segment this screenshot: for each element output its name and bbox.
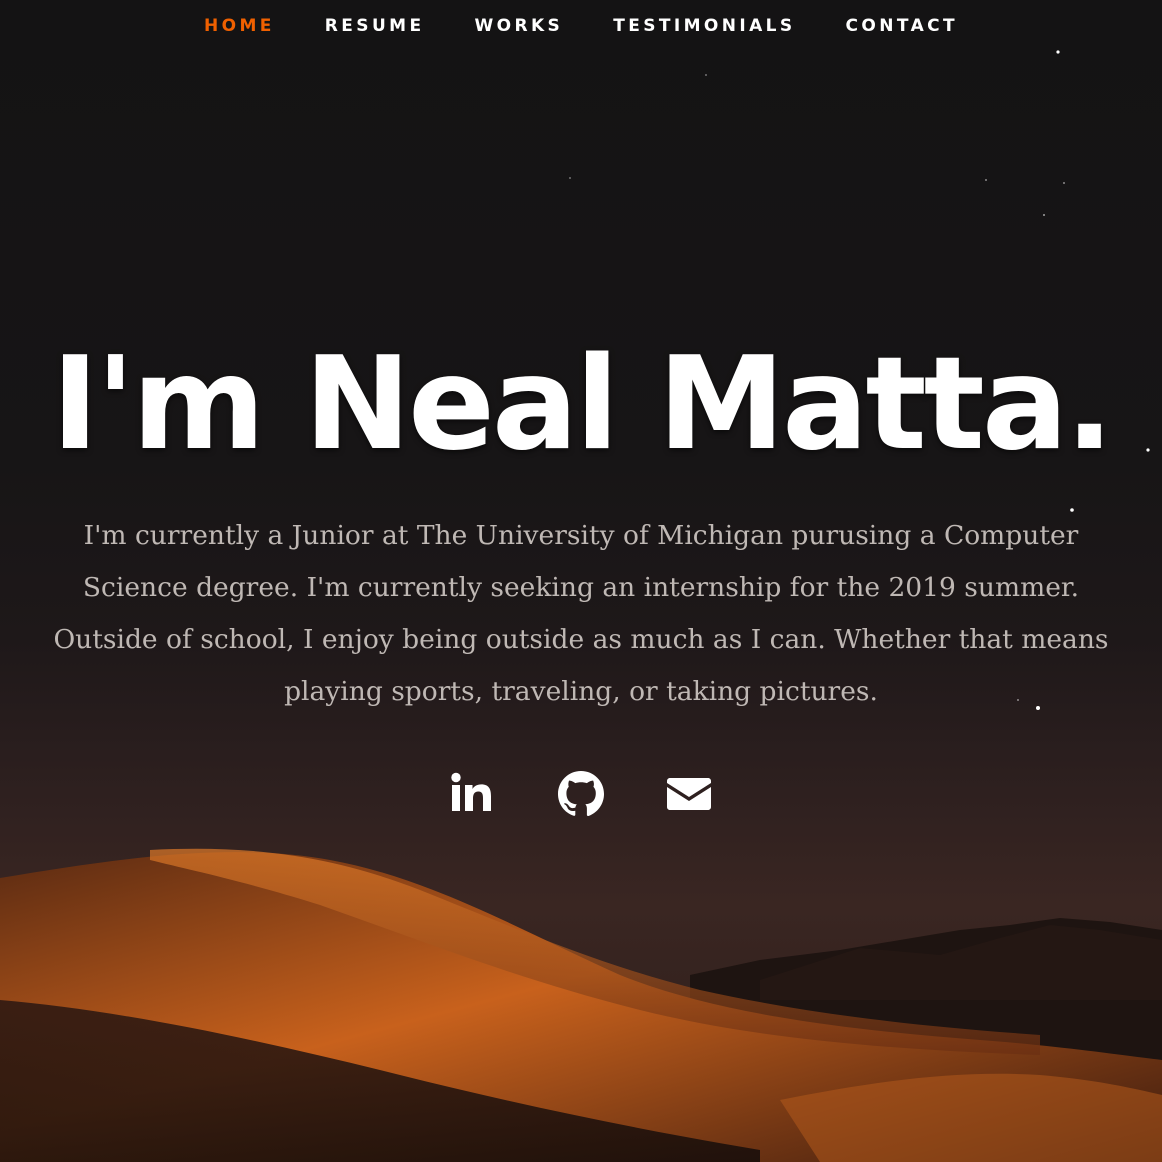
banner: I'm Neal Matta. I'm currently a Junior a… <box>0 330 1162 820</box>
github-link[interactable] <box>555 768 607 820</box>
github-icon <box>558 771 604 817</box>
nav-link-resume[interactable]: RESUME <box>300 0 450 54</box>
email-link[interactable] <box>663 768 715 820</box>
page: HOME RESUME WORKS TESTIMONIALS CONTACT I… <box>0 0 1162 1162</box>
nav-item-contact: CONTACT <box>821 0 983 56</box>
nav-link-home[interactable]: HOME <box>179 0 300 54</box>
headline: I'm Neal Matta. <box>51 330 1114 479</box>
nav-item-testimonials: TESTIMONIALS <box>588 0 820 56</box>
social-links <box>0 768 1162 820</box>
email-icon <box>667 778 711 810</box>
nav-link-works[interactable]: WORKS <box>449 0 588 54</box>
nav-item-resume: RESUME <box>300 0 450 56</box>
linkedin-link[interactable] <box>447 768 499 820</box>
intro-text: I'm currently a Junior at The University… <box>53 520 1109 707</box>
nav-list: HOME RESUME WORKS TESTIMONIALS CONTACT <box>179 0 983 56</box>
nav-item-home: HOME <box>179 0 300 56</box>
main-nav: HOME RESUME WORKS TESTIMONIALS CONTACT <box>0 0 1162 56</box>
nav-item-works: WORKS <box>449 0 588 56</box>
nav-link-testimonials[interactable]: TESTIMONIALS <box>588 0 820 54</box>
linkedin-icon <box>451 772 491 811</box>
nav-link-contact[interactable]: CONTACT <box>821 0 983 54</box>
